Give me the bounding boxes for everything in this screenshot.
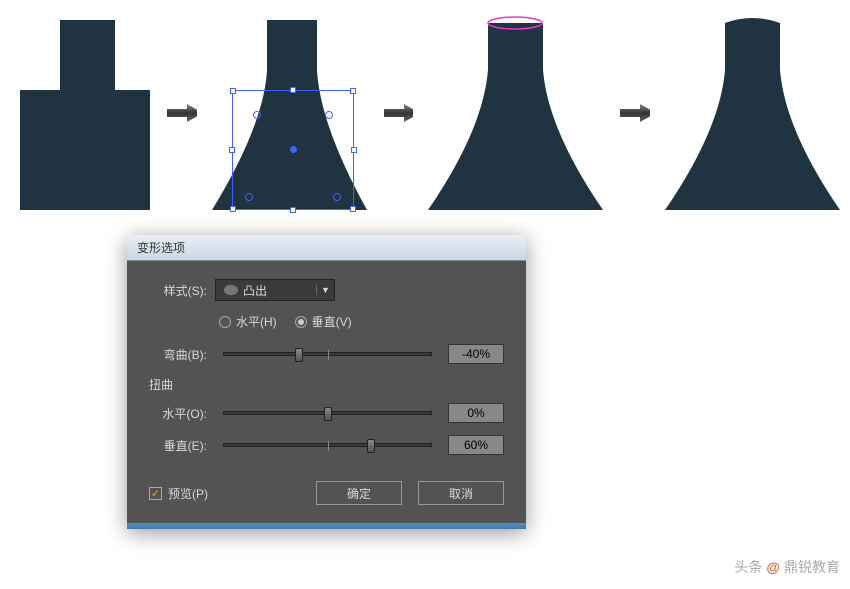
bend-label: 弯曲(B): bbox=[149, 346, 207, 363]
slider-tick bbox=[328, 441, 329, 451]
v-distort-label: 垂直(E): bbox=[149, 437, 207, 454]
shape-steps-row bbox=[0, 0, 850, 225]
shape-step-3 bbox=[428, 15, 603, 210]
cancel-button[interactable]: 取消 bbox=[418, 481, 504, 505]
preview-checkbox[interactable]: ✓ 预览(P) bbox=[149, 485, 208, 502]
slider-thumb[interactable] bbox=[295, 348, 303, 362]
slider-thumb[interactable] bbox=[324, 407, 332, 421]
warped-shape-ellipse bbox=[428, 15, 603, 210]
slider-tick bbox=[328, 350, 329, 360]
bend-value[interactable]: -40% bbox=[448, 344, 504, 364]
shape-step-2[interactable] bbox=[212, 15, 367, 210]
warp-options-dialog: 变形选项 样式(S): 凸出 ▼ 水平(H) 垂直(V) 弯曲(B): bbox=[127, 235, 526, 529]
distort-section-title: 扭曲 bbox=[149, 376, 504, 393]
radio-icon-checked bbox=[295, 316, 307, 328]
dialog-title-bar[interactable]: 变形选项 bbox=[127, 235, 526, 261]
arrow-icon bbox=[618, 103, 650, 123]
watermark: 头条 @鼎锐教育 bbox=[734, 557, 840, 577]
t-block-shape bbox=[10, 15, 150, 210]
slider-thumb[interactable] bbox=[367, 439, 375, 453]
radio-icon bbox=[219, 316, 231, 328]
arrow-icon bbox=[165, 103, 197, 123]
arrow-icon bbox=[382, 103, 414, 123]
chevron-down-icon: ▼ bbox=[316, 285, 334, 295]
shape-step-1 bbox=[10, 15, 150, 210]
h-distort-value[interactable]: 0% bbox=[448, 403, 504, 423]
radio-horizontal[interactable]: 水平(H) bbox=[219, 313, 277, 330]
checkbox-checked-icon: ✓ bbox=[149, 487, 162, 500]
warped-shape-selected bbox=[212, 15, 367, 210]
radio-vertical[interactable]: 垂直(V) bbox=[295, 313, 352, 330]
bulge-icon bbox=[224, 285, 238, 295]
v-distort-value[interactable]: 60% bbox=[448, 435, 504, 455]
h-distort-slider[interactable] bbox=[223, 411, 432, 415]
shape-step-4 bbox=[665, 15, 840, 210]
dialog-title: 变形选项 bbox=[137, 241, 185, 255]
bend-slider[interactable] bbox=[223, 352, 432, 356]
ok-button[interactable]: 确定 bbox=[316, 481, 402, 505]
style-select[interactable]: 凸出 ▼ bbox=[215, 279, 335, 301]
v-distort-slider[interactable] bbox=[223, 443, 432, 447]
dialog-footer-bar bbox=[127, 523, 526, 529]
h-distort-label: 水平(O): bbox=[149, 405, 207, 422]
style-label: 样式(S): bbox=[149, 282, 207, 299]
warped-shape-final bbox=[665, 15, 840, 210]
